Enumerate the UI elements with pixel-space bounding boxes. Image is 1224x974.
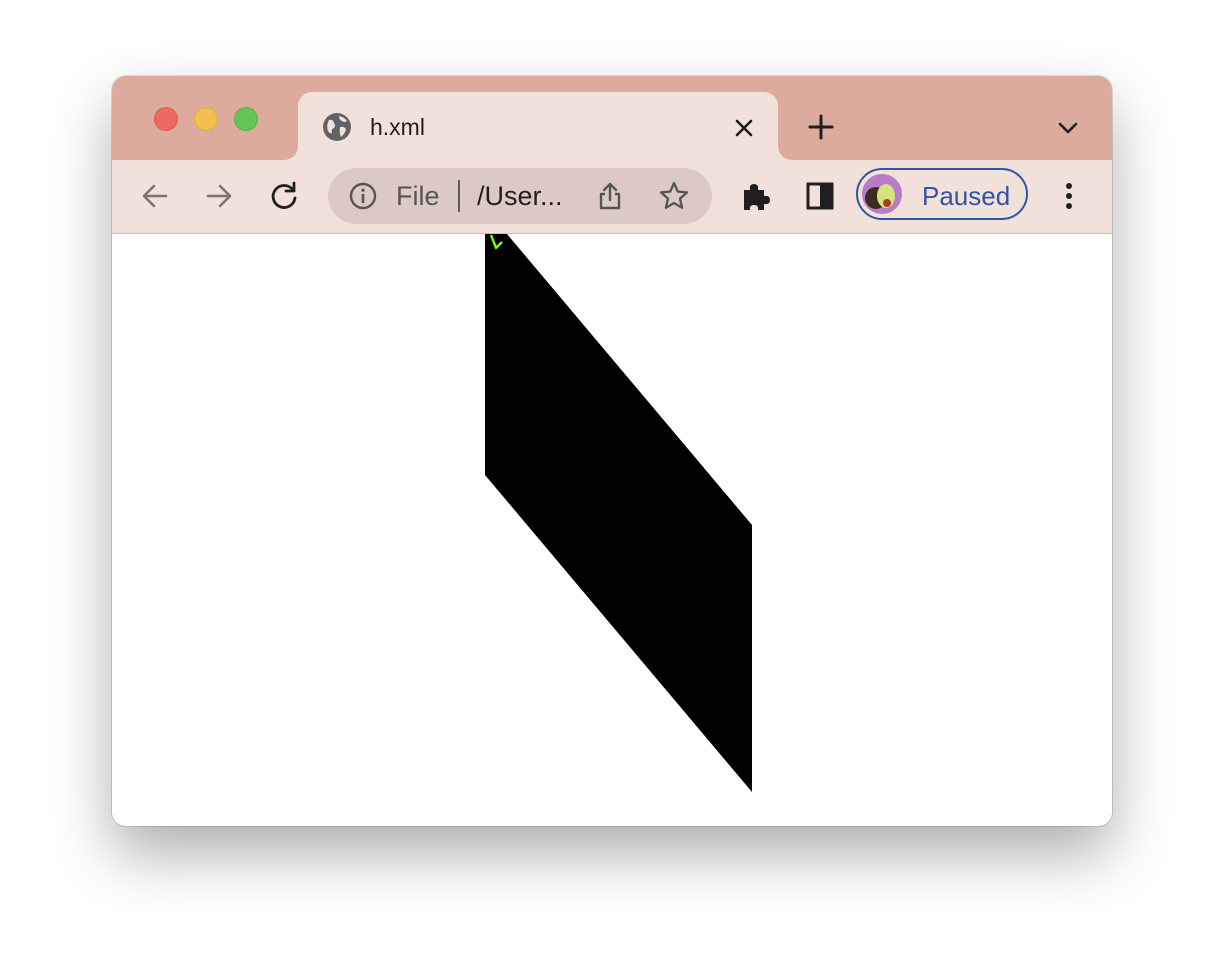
tab-title: h.xml: [370, 114, 425, 140]
url-text[interactable]: /User...: [477, 181, 563, 212]
star-icon[interactable]: [658, 180, 690, 212]
url-divider: [458, 180, 460, 212]
tab-active[interactable]: h.xml: [298, 92, 778, 160]
window-maximize-button[interactable]: [234, 107, 258, 131]
profile-label: Paused: [922, 181, 1011, 211]
browser-window: h.xml File /User... Paused: [112, 76, 1112, 826]
profile-button[interactable]: Paused: [856, 168, 1028, 220]
arrow-left-icon[interactable]: [138, 179, 172, 213]
globe-icon: [323, 113, 351, 141]
side-panel-icon[interactable]: [803, 179, 837, 213]
url-scheme: File: [396, 181, 440, 211]
close-icon[interactable]: [730, 114, 758, 142]
window-close-button[interactable]: [154, 107, 178, 131]
black-parallelogram: [485, 234, 752, 792]
share-icon[interactable]: [594, 180, 626, 212]
window-minimize-button[interactable]: [194, 107, 218, 131]
avocado-avatar: [862, 174, 902, 214]
kebab-menu-icon[interactable]: [1052, 179, 1086, 213]
page-content: [112, 234, 1112, 826]
puzzle-icon[interactable]: [739, 179, 773, 213]
address-bar[interactable]: File /User...: [328, 168, 712, 224]
arrow-right-icon[interactable]: [202, 179, 236, 213]
tab-strip: h.xml: [112, 76, 1112, 160]
chevron-down-icon[interactable]: [1054, 114, 1082, 142]
info-icon[interactable]: [348, 181, 378, 211]
reload-icon[interactable]: [267, 179, 301, 213]
toolbar: File /User... Paused: [112, 160, 1112, 234]
plus-icon[interactable]: [806, 112, 836, 142]
